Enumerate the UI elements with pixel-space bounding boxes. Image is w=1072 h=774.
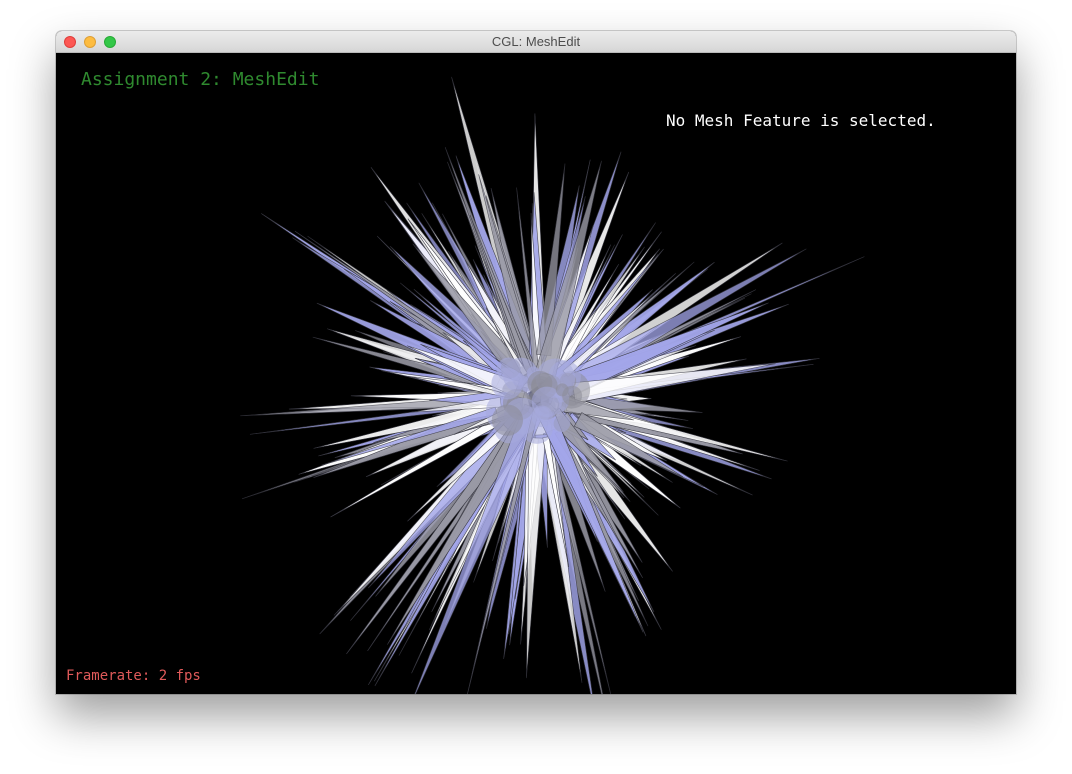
mesh-core [491, 367, 524, 400]
window-title: CGL: MeshEdit [491, 34, 581, 49]
mesh-render[interactable] [56, 53, 1016, 694]
framerate-readout: Framerate: 2 fps [66, 668, 201, 684]
mesh-core [491, 404, 524, 436]
mesh-spikes [240, 76, 865, 694]
app-window: CGL: MeshEdit Assignment 2: MeshEdit No … [56, 31, 1016, 694]
mesh-viewport[interactable]: Assignment 2: MeshEdit No Mesh Feature i… [56, 53, 1016, 694]
selection-status: No Mesh Feature is selected. [666, 111, 936, 130]
mesh-core [555, 383, 569, 397]
mesh-spike [526, 437, 546, 679]
assignment-title: Assignment 2: MeshEdit [81, 69, 320, 90]
title-bar[interactable]: CGL: MeshEdit [56, 31, 1016, 53]
